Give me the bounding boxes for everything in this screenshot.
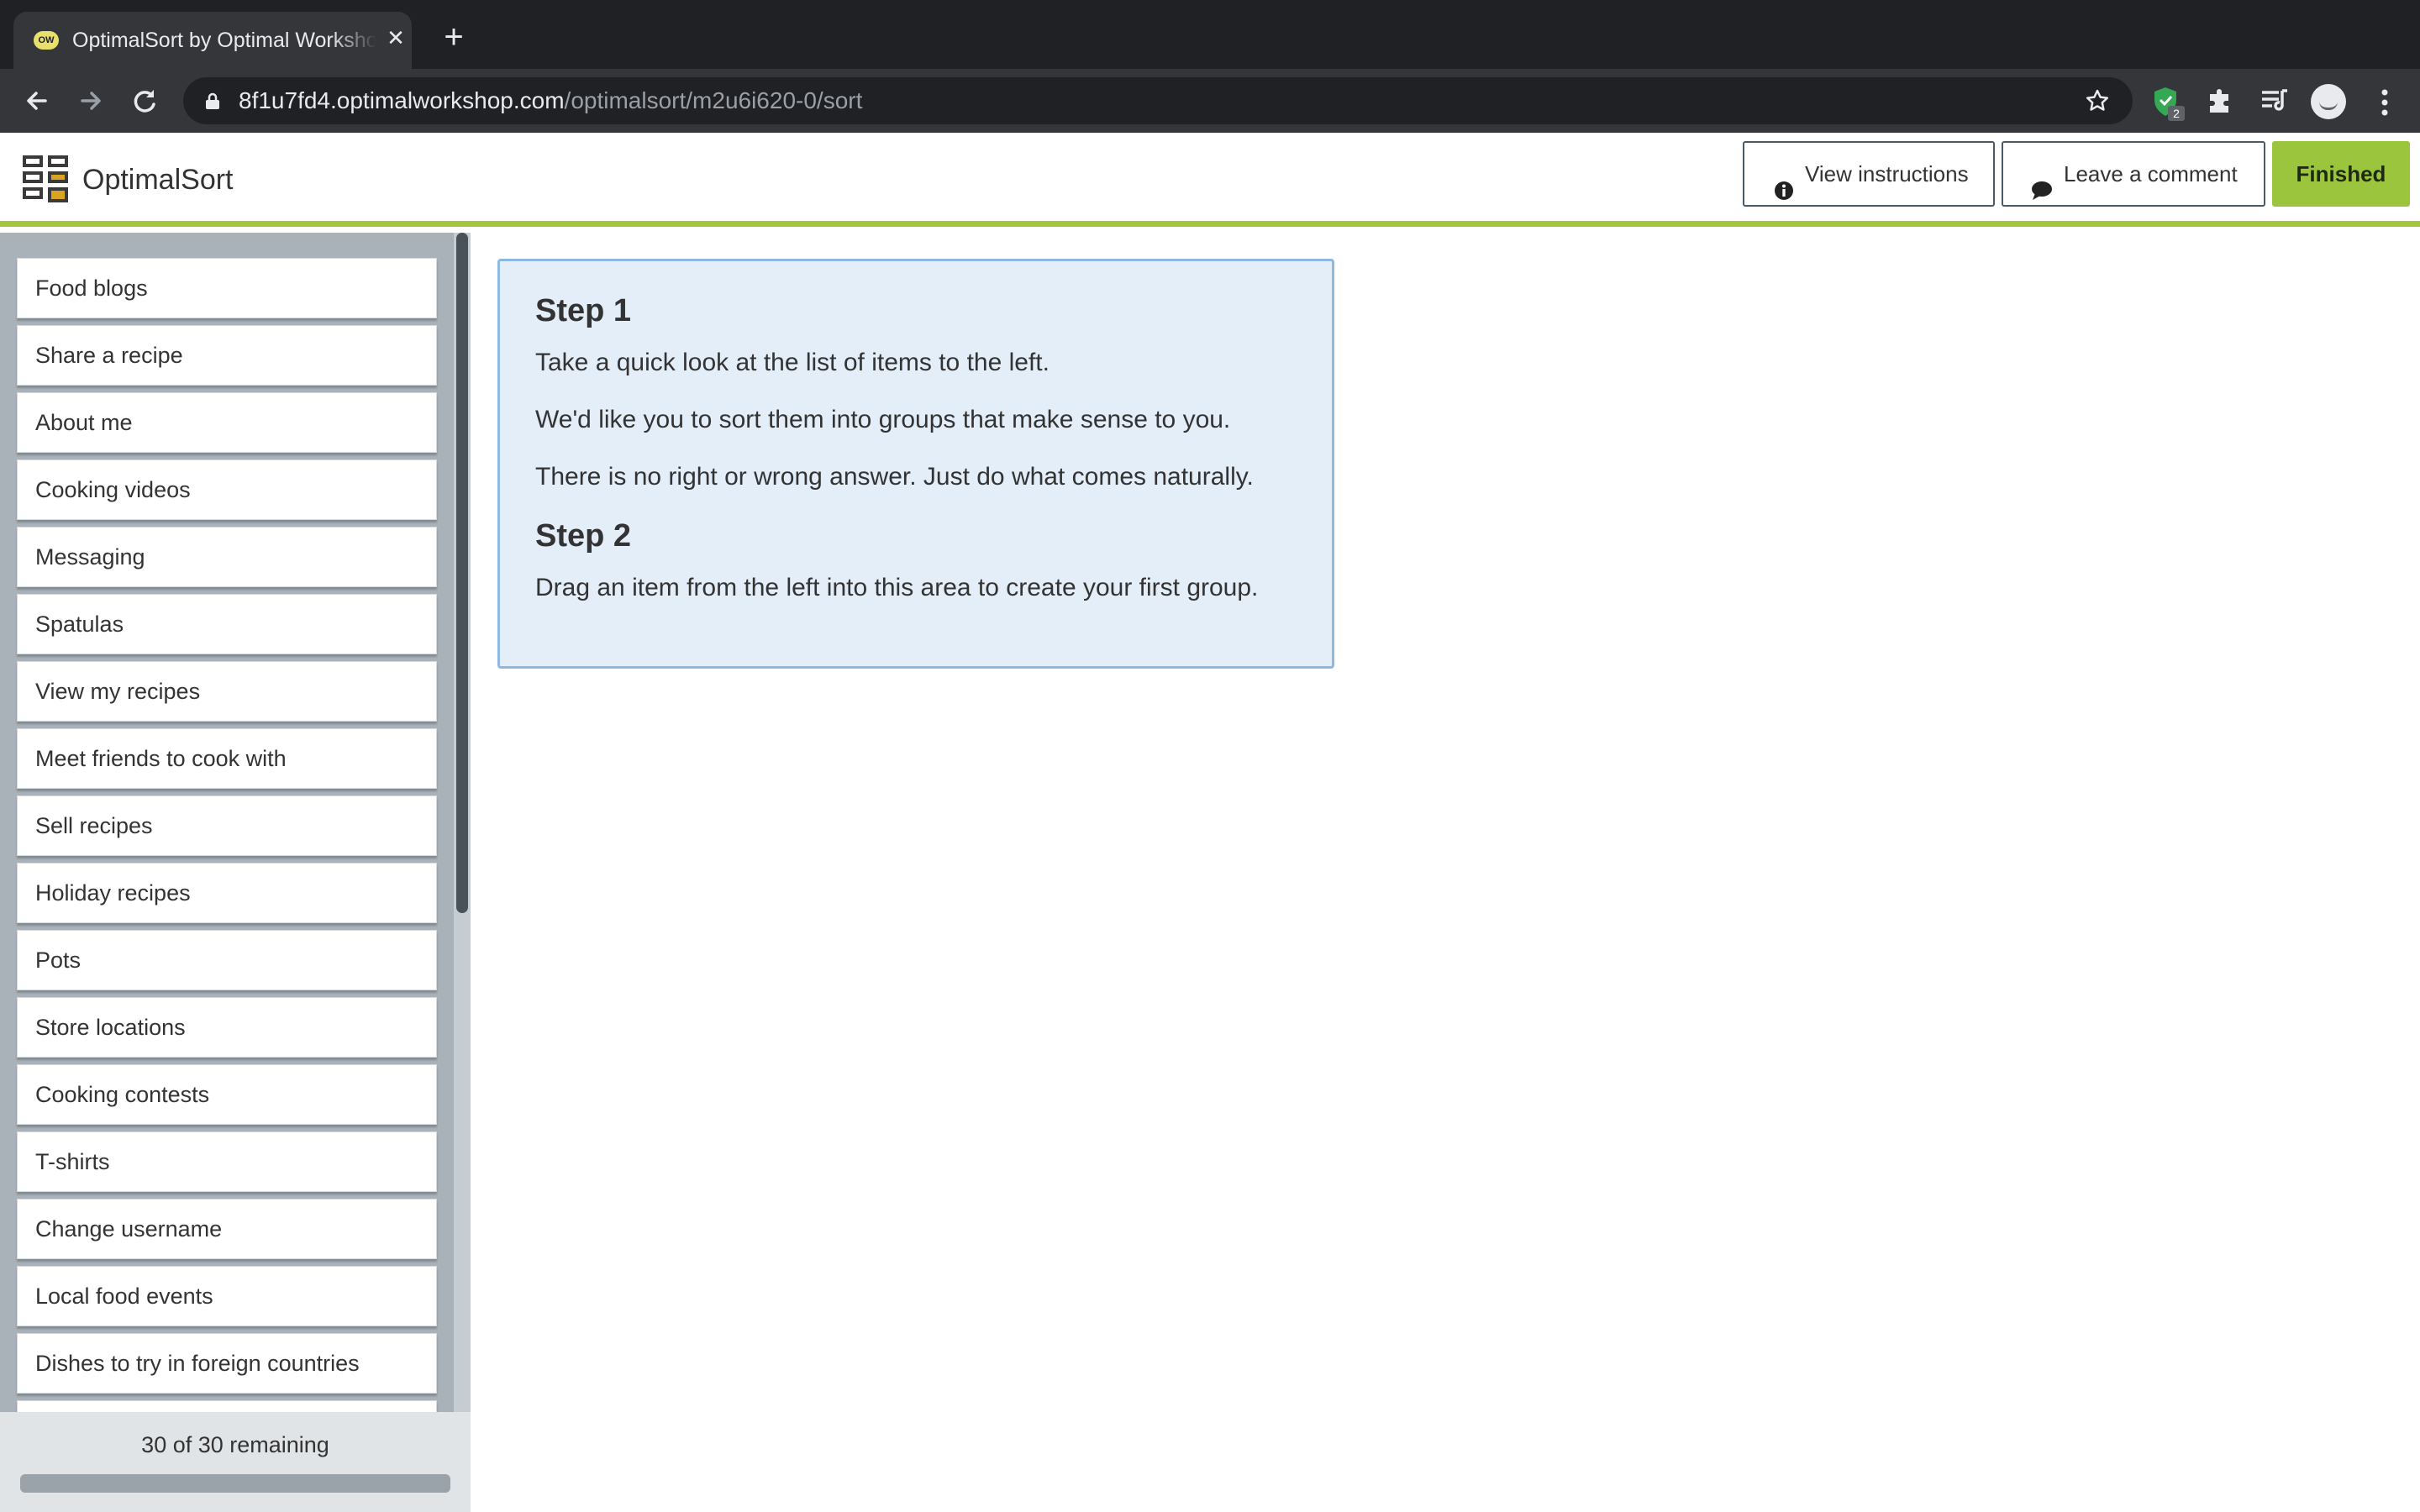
step2-text-1: Drag an item from the left into this are… (535, 574, 1259, 601)
card-item[interactable]: Cooking contests (17, 1064, 437, 1125)
card-item[interactable]: View my recipes (17, 661, 437, 722)
card-item[interactable]: Share a recipe (17, 325, 437, 386)
sidebar-scrollbar-thumb[interactable] (456, 233, 468, 913)
card-sidebar: Food blogs Share a recipe About me Cooking … (0, 233, 471, 1512)
comment-bubble-icon (2030, 163, 2052, 200)
view-instructions-button[interactable]: View instructions (1743, 141, 1995, 207)
info-icon (1773, 163, 1795, 200)
more-menu-icon[interactable] (2370, 86, 2400, 119)
card-list: Food blogs Share a recipe About me Cooking … (0, 233, 454, 1412)
step1-text-1: Take a quick look at the list of items t… (535, 349, 1050, 376)
bookmark-star-icon[interactable] (2084, 87, 2111, 114)
sidebar-footer: 30 of 30 remaining (0, 1412, 471, 1512)
profile-avatar[interactable] (2311, 84, 2346, 119)
url-host: 8f1u7fd4.optimalworkshop.com (239, 87, 565, 113)
back-arrow-icon[interactable] (20, 84, 54, 118)
card-item[interactable]: Pots (17, 930, 437, 990)
step1-text-2: We'd like you to sort them into groups t… (535, 406, 1231, 433)
favicon-icon: OW (34, 31, 59, 50)
view-instructions-label: View instructions (1805, 161, 1969, 186)
card-item[interactable]: T-shirts (17, 1131, 437, 1192)
leave-comment-button[interactable]: Leave a comment (2002, 141, 2265, 207)
puzzle-extension-icon[interactable] (2205, 86, 2238, 119)
instructions-panel: Step 1 Take a quick look at the list of … (497, 259, 1334, 669)
lock-icon[interactable] (203, 92, 222, 110)
cards-remaining-text: 30 of 30 remaining (141, 1432, 329, 1457)
card-item-partial[interactable] (17, 1400, 437, 1412)
app-name: OptimalSort (82, 164, 234, 196)
card-item[interactable]: Messaging (17, 527, 437, 587)
card-item[interactable]: Sell recipes (17, 795, 437, 856)
tab-title: OptimalSort by Optimal Workshop (72, 29, 376, 52)
card-item[interactable]: Meet friends to cook with (17, 728, 437, 789)
card-item[interactable]: Dishes to try in foreign countries (17, 1333, 437, 1394)
card-item[interactable]: Store locations (17, 997, 437, 1058)
shield-extension-icon[interactable]: 2 (2151, 86, 2185, 121)
step1-heading: Step 1 (535, 293, 632, 328)
card-item[interactable]: Cooking videos (17, 459, 437, 520)
sidebar-scrollbar[interactable] (454, 233, 471, 1412)
finished-button[interactable]: Finished (2272, 141, 2410, 207)
close-tab-icon[interactable]: ✕ (381, 24, 410, 52)
url-path: /optimalsort/m2u6i620-0/sort (564, 87, 863, 113)
card-item[interactable]: About me (17, 392, 437, 453)
group-drop-area[interactable]: Step 1 Take a quick look at the list of … (471, 233, 2420, 1512)
media-queue-icon[interactable] (2259, 86, 2292, 119)
forward-arrow-icon[interactable] (74, 84, 108, 118)
reload-icon[interactable] (128, 84, 161, 118)
card-item[interactable]: Change username (17, 1199, 437, 1259)
browser-tab-strip: OW OptimalSort by Optimal Workshop ✕ + (0, 0, 2420, 69)
new-tab-icon[interactable]: + (437, 20, 471, 55)
step2-heading: Step 2 (535, 518, 632, 554)
browser-tab[interactable]: OW OptimalSort by Optimal Workshop ✕ (13, 12, 412, 69)
sort-progress-bar (20, 1474, 450, 1493)
leave-comment-label: Leave a comment (2064, 161, 2238, 186)
card-item[interactable]: Food blogs (17, 258, 437, 318)
card-item[interactable]: Holiday recipes (17, 863, 437, 923)
url-text: 8f1u7fd4.optimalworkshop.com/optimalsort… (239, 87, 862, 114)
address-bar[interactable]: 8f1u7fd4.optimalworkshop.com/optimalsort… (183, 77, 2133, 124)
optimalsort-logo-icon (22, 155, 71, 205)
browser-toolbar: 8f1u7fd4.optimalworkshop.com/optimalsort… (0, 69, 2420, 133)
extension-badge: 2 (2168, 106, 2185, 121)
card-item[interactable]: Local food events (17, 1266, 437, 1326)
step1-text-3: There is no right or wrong answer. Just … (535, 463, 1254, 491)
app-header: OptimalSort View instructions Leave a co… (0, 133, 2420, 227)
card-item[interactable]: Spatulas (17, 594, 437, 654)
